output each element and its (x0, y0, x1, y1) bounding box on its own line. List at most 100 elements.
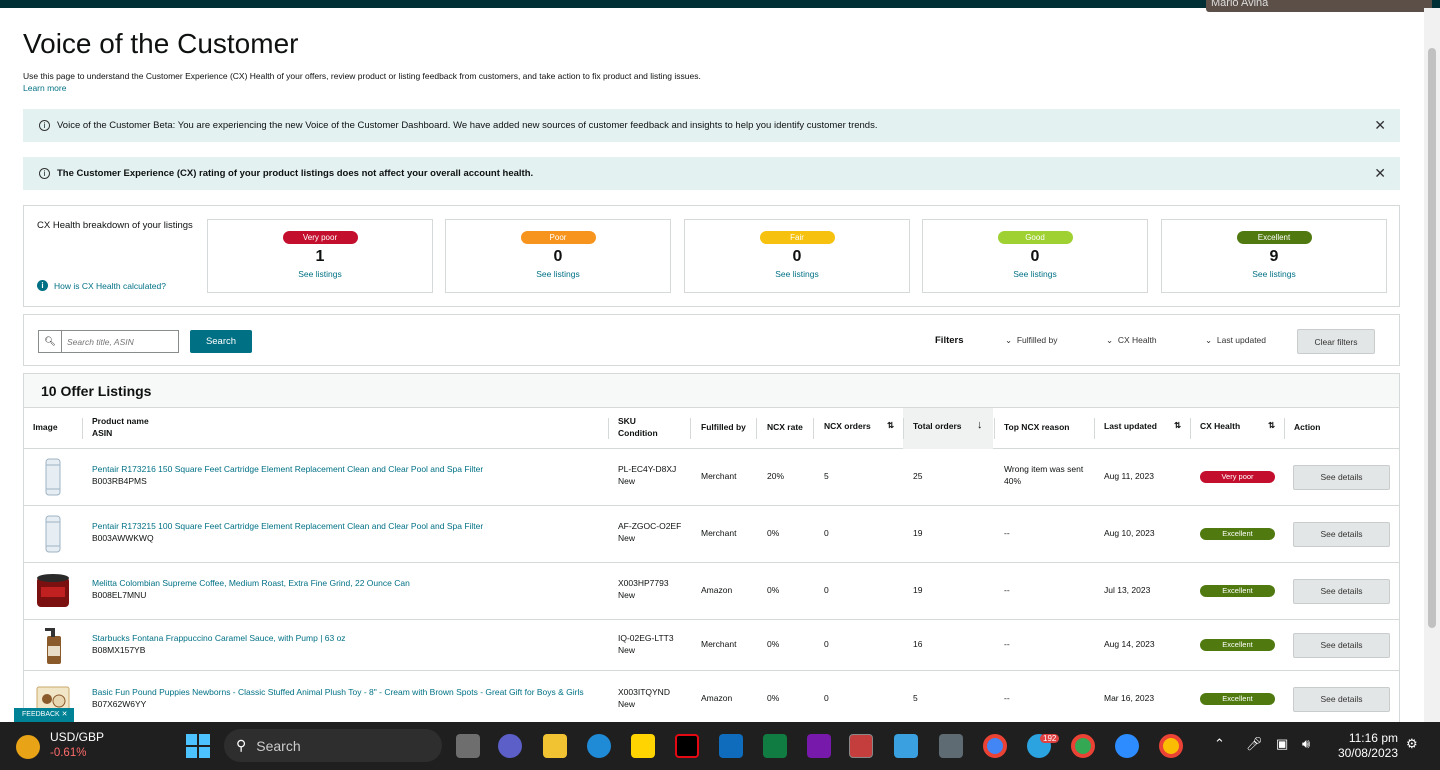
cx-rating-banner: i The Customer Experience (CX) rating of… (23, 157, 1400, 190)
close-icon[interactable]: ✕ (1374, 165, 1386, 182)
telegram-badge: 192 (1040, 734, 1060, 743)
see-details-button[interactable]: See details (1293, 579, 1390, 604)
teams-icon[interactable] (498, 734, 522, 758)
notepad-icon[interactable] (894, 734, 918, 758)
ncx-orders: 0 (824, 585, 829, 595)
ncx-rate: 0% (767, 585, 780, 595)
condition: New (618, 533, 636, 543)
microphone-icon[interactable]: 🎤︎ (1246, 736, 1263, 752)
sort-icon[interactable]: ⇅ (1268, 420, 1275, 431)
info-icon: i (39, 120, 50, 131)
top-ncx-reason: -- (1004, 528, 1010, 538)
chrome-icon[interactable] (983, 734, 1007, 758)
netflix-icon[interactable] (675, 734, 699, 758)
sort-down-arrow-icon[interactable]: ↓ (977, 419, 983, 431)
table-row: Pentair R173215 100 Square Feet Cartridg… (24, 506, 1399, 563)
poor-see-listings[interactable]: See listings (446, 269, 670, 279)
ncx-rate: 0% (767, 639, 780, 649)
product-thumbnail[interactable] (33, 457, 73, 497)
product-name-link[interactable]: Starbucks Fontana Frappuccino Caramel Sa… (92, 633, 346, 643)
col-last-updated[interactable]: Last updated (1104, 421, 1157, 431)
product-name-link[interactable]: Pentair R173215 100 Square Feet Cartridg… (92, 521, 483, 531)
learn-more-link[interactable]: Learn more (23, 83, 66, 93)
see-details-button[interactable]: See details (1293, 465, 1390, 490)
col-ncx-orders[interactable]: NCX orders (824, 421, 871, 431)
product-name-link[interactable]: Melitta Colombian Supreme Coffee, Medium… (92, 578, 410, 588)
clear-filters-button[interactable]: Clear filters (1297, 329, 1375, 354)
fulfilled-by-dropdown[interactable]: ⌄ Fulfilled by (1005, 335, 1058, 346)
beta-banner-text: Voice of the Customer Beta: You are expe… (57, 120, 878, 131)
onenote-icon[interactable] (807, 734, 831, 758)
info-icon: i (37, 280, 48, 291)
very-poor-pill: Very poor (282, 231, 358, 244)
taskbar-search[interactable]: ⚲ Search (224, 729, 442, 762)
search-button[interactable]: Search (190, 330, 252, 353)
very-poor-see-listings[interactable]: See listings (208, 269, 432, 279)
excellent-see-listings[interactable]: See listings (1162, 269, 1386, 279)
cx-health-dropdown-label: CX Health (1117, 335, 1157, 345)
product-thumbnail[interactable] (33, 514, 73, 554)
fulfilled-by: Amazon (701, 693, 733, 703)
volume-icon[interactable]: 🔊︎ (1302, 736, 1310, 752)
scrollbar-thumb[interactable] (1428, 48, 1436, 628)
search-box: 🔍︎ (38, 330, 179, 353)
card-poor: Poor 0 See listings (445, 219, 671, 293)
see-details-button[interactable]: See details (1293, 687, 1390, 712)
product-asin: B08MX157YB (92, 645, 146, 655)
info-icon: i (39, 168, 50, 179)
ncx-orders: 0 (824, 693, 829, 703)
calculator-icon[interactable] (939, 734, 963, 758)
see-details-button[interactable]: See details (1293, 522, 1390, 547)
feedback-tab[interactable]: FEEDBACK ✕ (14, 708, 74, 722)
product-asin: B003RB4PMS (92, 476, 147, 486)
col-cx-health[interactable]: CX Health (1200, 421, 1240, 431)
col-total-orders[interactable]: Total orders (913, 421, 962, 431)
close-icon[interactable]: ✕ (1374, 117, 1386, 134)
last-updated-dropdown[interactable]: ⌄ Last updated (1205, 335, 1266, 346)
top-ncx-reason: -- (1004, 585, 1010, 595)
good-see-listings[interactable]: See listings (923, 269, 1147, 279)
file-explorer-icon[interactable] (543, 734, 567, 758)
notification-icon[interactable]: ⚙ (1406, 736, 1418, 752)
table-row: Pentair R173216 150 Square Feet Cartridg… (24, 449, 1399, 506)
fulfilled-by: Merchant (701, 471, 737, 481)
condition: New (618, 699, 636, 709)
outlook-icon[interactable] (719, 734, 743, 758)
page-scrollbar[interactable] (1424, 8, 1440, 722)
snipping-tool-icon[interactable] (849, 734, 873, 758)
search-input[interactable] (62, 336, 172, 347)
top-ncx-reason: -- (1004, 693, 1010, 703)
excel-icon[interactable] (763, 734, 787, 758)
how-calculated-link[interactable]: i How is CX Health calculated? (37, 280, 166, 291)
product-name-link[interactable]: Pentair R173216 150 Square Feet Cartridg… (92, 464, 483, 474)
product-name-link[interactable]: Basic Fun Pound Puppies Newborns - Class… (92, 687, 584, 697)
chevron-up-icon[interactable]: ⌃ (1214, 736, 1225, 752)
zoom-icon[interactable] (1115, 734, 1139, 758)
system-clock[interactable]: 11:16 pm 30/08/2023 (1334, 731, 1398, 761)
cx-health-badge: Excellent (1200, 639, 1275, 651)
product-thumbnail[interactable] (33, 626, 73, 666)
top-ncx-reason-percent: 40% (1004, 476, 1022, 486)
product-thumbnail[interactable] (33, 571, 73, 611)
sticky-notes-icon[interactable] (631, 734, 655, 758)
chrome-profile-icon[interactable] (1159, 734, 1183, 758)
cx-health-dropdown[interactable]: ⌄ CX Health (1106, 335, 1157, 346)
sort-icon[interactable]: ⇅ (887, 420, 894, 431)
chevron-down-icon: ⌄ (1106, 335, 1114, 345)
network-icon[interactable]: ▣ (1276, 736, 1288, 752)
edge-icon[interactable] (587, 734, 611, 758)
see-details-button[interactable]: See details (1293, 633, 1390, 658)
fair-see-listings[interactable]: See listings (685, 269, 909, 279)
chrome-profile-icon[interactable] (1071, 734, 1095, 758)
how-calculated-text[interactable]: How is CX Health calculated? (54, 281, 166, 291)
fulfilled-by: Merchant (701, 528, 737, 538)
col-condition: Condition (618, 428, 658, 438)
currency-widget[interactable]: USD/GBP -0.61% (16, 730, 104, 759)
sort-icon[interactable]: ⇅ (1174, 420, 1181, 431)
ncx-rate: 20% (767, 471, 785, 481)
condition: New (618, 645, 636, 655)
windows-start-icon[interactable] (186, 734, 210, 758)
task-view-icon[interactable] (456, 734, 480, 758)
ncx-orders: 0 (824, 639, 829, 649)
currency-change: -0.61% (50, 747, 87, 759)
